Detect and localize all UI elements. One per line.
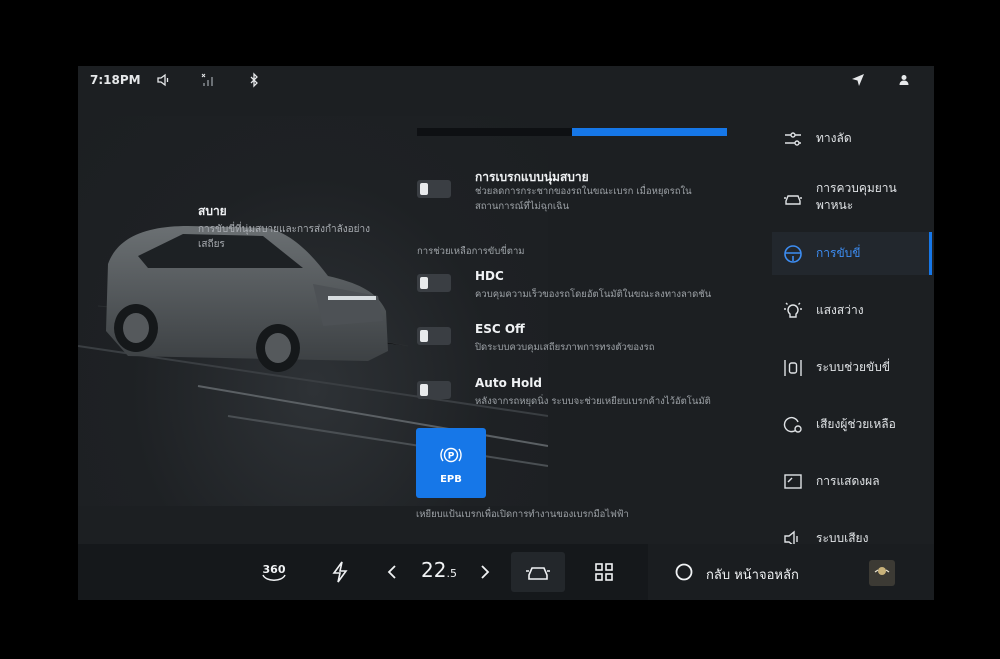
sidebar-item-label: การขับขี่: [816, 246, 861, 260]
sidebar-item-label: ทางลัด: [816, 131, 852, 145]
volume-icon[interactable]: [156, 72, 172, 88]
sidebar-item-label: เสียงผู้ช่วยเหลือ: [816, 417, 896, 431]
bottom-dock: 360 22.5 กลับ หน้าจอหลัก: [78, 544, 934, 600]
epb-label: EPB: [440, 474, 462, 485]
settings-sidebar: ทางลัด การควบคุมยาน พาหนะ การขับขี่ แสงส…: [772, 118, 934, 548]
sidebar-item-label: ระบบช่วยขับขี่: [816, 360, 891, 374]
esc-off-toggle[interactable]: [417, 327, 451, 345]
comfort-brake-desc-2: สถานการณ์ที่ไม่ฉุกเฉิน: [475, 201, 570, 212]
esc-off-desc: ปิดระบบควบคุมเสถียรภาพการทรงตัวของรถ: [475, 342, 655, 353]
temp-decrease-button[interactable]: [376, 556, 408, 588]
car-icon: [784, 195, 802, 205]
temp-increase-button[interactable]: [469, 556, 501, 588]
sidebar-item-lighting[interactable]: แสงสว่าง: [772, 290, 932, 330]
home-button[interactable]: [668, 556, 700, 588]
toggle-knob: [420, 330, 428, 342]
voice-assistant-icon: [783, 416, 802, 433]
circle-home-icon: [675, 563, 693, 581]
sidebar-item-display[interactable]: การแสดงผล: [772, 461, 932, 501]
camera-360-icon: 360: [262, 563, 286, 581]
comfort-brake-toggle[interactable]: [417, 180, 451, 198]
temperature-decimal: .5: [446, 567, 457, 580]
comfort-brake-desc-1: ช่วยลดการกระชากของรถในขณะเบรก เมื่อหยุดร…: [475, 186, 692, 197]
status-time: 7:18PM: [90, 73, 141, 87]
light-bulb-icon: [784, 302, 802, 318]
lightning-icon: [332, 561, 348, 583]
avatar[interactable]: [869, 560, 895, 586]
auto-hold-desc: หลังจากรถหยุดนิ่ง ระบบจะช่วยเหยียบเบรกค้…: [475, 396, 711, 407]
epb-note: เหยียบแป้นเบรกเพื่อเปิดการทำงานของเบรกมื…: [416, 509, 629, 520]
navigation-icon[interactable]: [850, 72, 866, 88]
car-front-icon: [526, 567, 550, 580]
chevron-left-icon: [387, 565, 396, 579]
active-indicator: [929, 232, 932, 275]
drive-mode-description: การขับขี่ที่นุ่มสบายและการส่งกำลังอย่างเ…: [198, 224, 371, 250]
sidebar-item-label: การควบคุมยาน: [816, 181, 897, 195]
hdc-toggle[interactable]: [417, 274, 451, 292]
toggle-knob: [420, 277, 428, 289]
sliders-icon: [785, 132, 801, 146]
section-label: การช่วยเหลือการขับขี่ตาม: [417, 246, 525, 257]
sidebar-item-label-2: พาหนะ: [816, 198, 854, 212]
auto-hold-title: Auto Hold: [475, 376, 542, 390]
auto-hold-toggle[interactable]: [417, 381, 451, 399]
sidebar-item-driver-assist[interactable]: ระบบช่วยขับขี่: [772, 347, 932, 387]
toggle-knob: [420, 384, 428, 396]
screen: 7:18PM สบาย การขับขี่ที่นุ่มสบายและการส่…: [78, 66, 934, 600]
esc-off-title: ESC Off: [475, 322, 525, 336]
user-icon[interactable]: [896, 72, 912, 88]
home-label[interactable]: กลับ หน้าจอหลัก: [706, 564, 799, 585]
svg-text:P: P: [448, 452, 455, 462]
hdc-title: HDC: [475, 269, 504, 283]
sidebar-item-label: แสงสว่าง: [816, 303, 864, 317]
energy-button[interactable]: [324, 556, 356, 588]
sidebar-item-vehicle-control[interactable]: การควบคุมยาน พาหนะ: [772, 176, 932, 220]
sidebar-item-label: การแสดงผล: [816, 474, 880, 488]
chevron-right-icon: [481, 565, 490, 579]
bluetooth-icon[interactable]: [246, 72, 262, 88]
sidebar-item-voice-assistant[interactable]: เสียงผู้ช่วยเหลือ: [772, 404, 932, 444]
drive-mode-title: สบาย: [198, 204, 227, 218]
driver-assist-icon: [784, 360, 802, 376]
mode-progress-bar[interactable]: [417, 128, 727, 136]
parking-brake-icon: P: [440, 447, 462, 463]
sidebar-item-driving[interactable]: การขับขี่: [772, 232, 932, 275]
status-bar: 7:18PM: [78, 66, 934, 96]
steering-wheel-icon: [784, 245, 802, 263]
signal-icon: [201, 73, 213, 86]
mode-progress-fill: [572, 128, 727, 136]
toggle-knob: [420, 183, 428, 195]
home-area: กลับ หน้าจอหลัก: [648, 544, 934, 600]
camera-360-button[interactable]: 360: [258, 556, 290, 588]
temperature-display: 22.5: [421, 558, 457, 582]
hdc-desc: ควบคุมความเร็วของรถโดยอัตโนมัติในขณะลงทา…: [475, 289, 712, 300]
camera-360-label: 360: [263, 563, 286, 576]
vehicle-settings-button[interactable]: [511, 552, 565, 592]
grid-icon: [595, 563, 613, 581]
profile-avatar-icon: [874, 567, 890, 575]
app-grid-button[interactable]: [588, 556, 620, 588]
temperature-value: 22: [421, 558, 447, 582]
sidebar-item-shortcuts[interactable]: ทางลัด: [772, 118, 932, 158]
display-icon: [784, 474, 802, 489]
epb-button[interactable]: P EPB: [416, 428, 486, 498]
